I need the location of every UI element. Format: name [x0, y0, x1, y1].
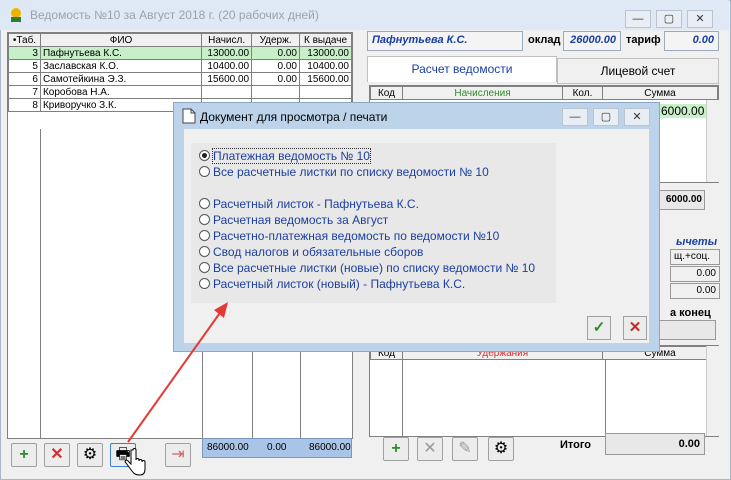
cell-tab: 6 [8, 72, 41, 86]
option-tax-summary[interactable]: Свод налогов и обязательные сборов [199, 245, 423, 261]
annotation-arrow [127, 302, 228, 443]
close-button[interactable]: ✕ [687, 10, 713, 28]
radio-icon [199, 246, 210, 257]
tab-payroll-calc[interactable]: Расчет ведомости [367, 56, 557, 82]
accruals-scrollbar[interactable] [706, 100, 719, 182]
cell-tab: 8 [8, 98, 41, 112]
social-label: щ.+соц. [670, 249, 720, 265]
dialog-title: Документ для просмотра / печати [200, 110, 388, 124]
col-divider [40, 129, 41, 439]
hand-cursor-icon [124, 448, 146, 476]
cell-payout [299, 85, 352, 99]
cell-deducted: 0.00 [251, 59, 300, 73]
table-header: •Таб. ФИО Начисл. Удерж. К выдаче [8, 33, 352, 47]
col-header-payout[interactable]: К выдаче [299, 33, 352, 47]
settings-button[interactable]: ⚙ [77, 443, 103, 467]
radio-icon [199, 198, 210, 209]
radio-icon [199, 230, 210, 241]
print-document-dialog: Документ для просмотра / печати — ▢ ✕ Пл… [173, 102, 660, 352]
document-icon [182, 108, 196, 124]
radio-selected-icon [199, 150, 210, 161]
option-all-payslips[interactable]: Все расчетные листки по списку ведомости… [199, 165, 489, 181]
total-label: Итого [560, 439, 592, 451]
option-payroll-august[interactable]: Расчетная ведомость за Август [199, 213, 388, 229]
salary-label: оклад [528, 34, 561, 46]
cell-name: Пафнутьева К.С. [39, 46, 203, 60]
table-row[interactable]: 5 Заславская К.О. 10400.00 0.00 10400.00 [8, 59, 352, 73]
confirm-button[interactable]: ✓ [587, 316, 611, 340]
col-header-accrued[interactable]: Начисл. [201, 33, 253, 47]
table-row[interactable]: 3 Пафнутьева К.С. 13000.00 0.00 13000.00 [8, 46, 352, 60]
dialog-maximize-button[interactable]: ▢ [593, 108, 619, 126]
accruals-col-qty[interactable]: Кол. [562, 86, 603, 100]
col-divider [605, 360, 606, 436]
cell-deducted: 0.00 [251, 46, 300, 60]
col-divider [402, 360, 403, 436]
minimize-button[interactable]: — [625, 10, 651, 28]
col-header-tab[interactable]: •Таб. [8, 33, 41, 47]
col-header-name[interactable]: ФИО [39, 33, 203, 47]
radio-icon [199, 262, 210, 273]
cell-deducted [251, 85, 300, 99]
deductions-scrollbar[interactable] [706, 346, 719, 436]
deductions-table: Код Удержания Сумма [369, 345, 719, 437]
cell-tab: 5 [8, 59, 41, 73]
social-value-1: 0.00 [670, 266, 720, 282]
delete-deduction-button[interactable]: ✕ [417, 437, 443, 461]
cell-payout: 15600.00 [299, 72, 352, 86]
document-options-group: Платежная ведомость № 10 Все расчетные л… [191, 143, 556, 303]
radio-icon [199, 214, 210, 225]
window-title: Ведомость №10 за Август 2018 г. (20 рабо… [30, 8, 319, 22]
option-payment-statement[interactable]: Платежная ведомость № 10 [199, 148, 371, 165]
option-payslip-employee[interactable]: Расчетный листок - Пафнутьева К.С. [199, 197, 419, 213]
app-logo-icon [11, 8, 21, 22]
col-header-deducted[interactable]: Удерж. [251, 33, 300, 47]
cell-tab: 7 [8, 85, 41, 99]
total-payout: 86000.00 [309, 442, 351, 453]
cancel-button[interactable]: ✕ [623, 316, 647, 340]
deductions-section-label: ычеты [676, 236, 718, 248]
option-payroll-payment[interactable]: Расчетно-платежная ведомость по ведомост… [199, 229, 499, 245]
cell-accrued: 15600.00 [201, 72, 253, 86]
table-row[interactable]: 7 Коробова Н.А. [8, 85, 352, 99]
dialog-close-button[interactable]: ✕ [624, 108, 650, 126]
cell-name: Коробова Н.А. [39, 85, 203, 99]
rate-label: тариф [626, 34, 661, 46]
accruals-col-sum[interactable]: Сумма [602, 86, 718, 100]
end-value-field [658, 320, 716, 340]
cell-accrued: 10400.00 [201, 59, 253, 73]
cell-payout: 13000.00 [299, 46, 352, 60]
accruals-col-code[interactable]: Код [370, 86, 403, 100]
cell-accrued: 13000.00 [201, 46, 253, 60]
cell-payout: 10400.00 [299, 59, 352, 73]
total-value: 0.00 [605, 433, 705, 455]
delete-button[interactable]: ✕ [44, 443, 70, 467]
accruals-col-name[interactable]: Начисления [402, 86, 563, 100]
accrual-sum-value: 6000.00 [658, 104, 708, 118]
add-button[interactable]: + [11, 443, 37, 467]
edit-deduction-button[interactable]: ✎ [452, 437, 478, 461]
add-deduction-button[interactable]: + [383, 437, 409, 461]
dialog-body: Платежная ведомость № 10 Все расчетные л… [184, 129, 649, 343]
maximize-button[interactable]: ▢ [656, 10, 682, 28]
social-value-2: 0.00 [670, 283, 720, 299]
end-label: а конец [670, 307, 711, 319]
option-all-payslips-new[interactable]: Все расчетные листки (новые) по списку в… [199, 261, 535, 277]
tab-personal-account[interactable]: Лицевой счет [557, 58, 719, 84]
cell-tab: 3 [8, 46, 41, 60]
rate-field: 0.00 [664, 31, 719, 51]
salary-field: 26000.00 [563, 31, 621, 51]
cell-name: Самотейкина Э.З. [39, 72, 203, 86]
total-deducted: 0.00 [267, 442, 287, 453]
radio-icon [199, 278, 210, 289]
cell-name: Заславская К.О. [39, 59, 203, 73]
dialog-minimize-button[interactable]: — [562, 108, 588, 126]
table-row[interactable]: 6 Самотейкина Э.З. 15600.00 0.00 15600.0… [8, 72, 352, 86]
deduction-settings-button[interactable]: ⚙ [488, 437, 514, 461]
radio-icon [199, 166, 210, 177]
employee-field: Пафнутьева К.С. [367, 31, 523, 51]
option-payslip-new-employee[interactable]: Расчетный листок (новый) - Пафнутьева К.… [199, 277, 465, 293]
cell-deducted: 0.00 [251, 72, 300, 86]
cell-accrued [201, 85, 253, 99]
